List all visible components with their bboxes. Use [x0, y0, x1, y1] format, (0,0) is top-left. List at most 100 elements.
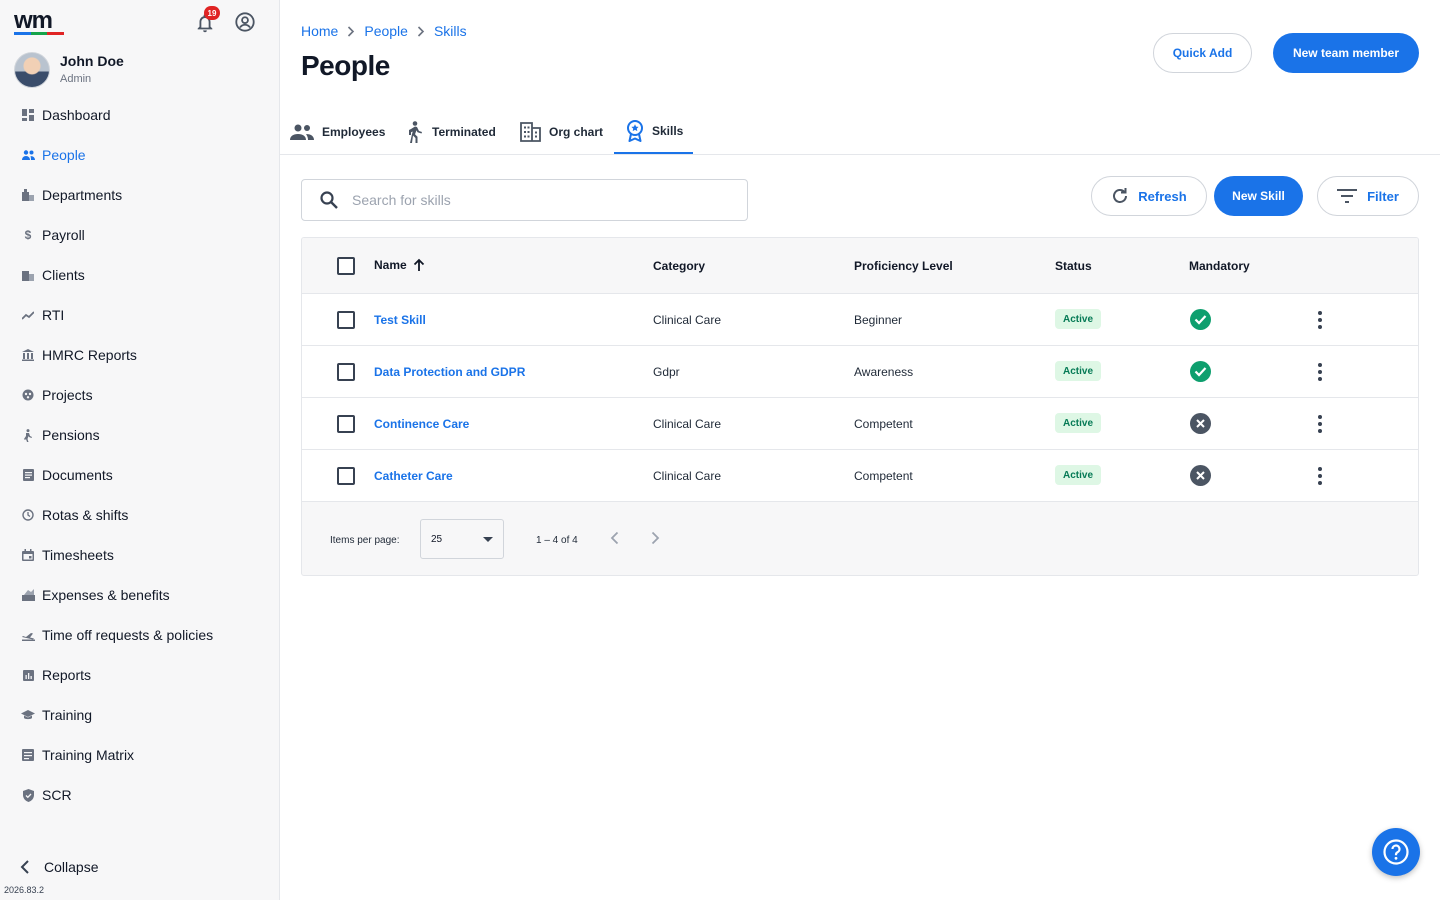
tab-employees[interactable]: Employees [290, 110, 385, 154]
check-circle-icon [1190, 361, 1211, 382]
main-content: Home People Skills People Quick Add New … [280, 0, 1440, 900]
calendar-icon [21, 548, 35, 562]
building-icon [21, 188, 35, 202]
sidebar-item-label: Pensions [42, 427, 100, 443]
sidebar: wm 19 John Doe Admin Dashboard People De… [0, 0, 280, 900]
more-vert-icon[interactable] [1317, 363, 1323, 381]
more-vert-icon[interactable] [1317, 467, 1323, 485]
table-row[interactable]: Catheter Care Clinical Care Competent Ac… [302, 450, 1418, 502]
tab-skills[interactable]: Skills [614, 110, 693, 154]
pensions-icon [21, 428, 35, 442]
sidebar-nav: Dashboard People Departments $ Payroll C… [0, 95, 279, 815]
sidebar-item-label: Time off requests & policies [42, 627, 214, 643]
skill-name-link[interactable]: Catheter Care [374, 469, 453, 483]
previous-page-icon[interactable] [610, 531, 620, 545]
expenses-icon [21, 588, 35, 602]
skill-name-link[interactable]: Data Protection and GDPR [374, 365, 525, 379]
quick-add-button[interactable]: Quick Add [1153, 33, 1252, 73]
sidebar-item-clients[interactable]: Clients [0, 255, 279, 295]
row-checkbox[interactable] [337, 363, 355, 381]
row-checkbox[interactable] [337, 311, 355, 329]
skills-table: Name Category Proficiency Level Status M… [301, 237, 1419, 576]
tab-terminated[interactable]: Terminated [404, 110, 496, 154]
refresh-button[interactable]: Refresh [1091, 176, 1207, 216]
table-row[interactable]: Test Skill Clinical Care Beginner Active [302, 294, 1418, 346]
matrix-icon [21, 748, 35, 762]
sidebar-item-dashboard[interactable]: Dashboard [0, 95, 279, 135]
account-icon[interactable] [234, 11, 256, 33]
skill-category: Clinical Care [653, 417, 722, 431]
sidebar-item-rotas-shifts[interactable]: Rotas & shifts [0, 495, 279, 535]
row-checkbox[interactable] [337, 415, 355, 433]
people-icon [21, 148, 35, 162]
more-vert-icon[interactable] [1317, 415, 1323, 433]
sidebar-item-label: HMRC Reports [42, 347, 137, 363]
avatar[interactable] [14, 52, 50, 88]
column-header-label: Name [374, 258, 407, 272]
filter-button[interactable]: Filter [1317, 176, 1419, 216]
skill-name-link[interactable]: Continence Care [374, 417, 469, 431]
graduation-cap-icon [21, 708, 35, 722]
sidebar-item-timesheets[interactable]: Timesheets [0, 535, 279, 575]
sidebar-item-reports[interactable]: Reports [0, 655, 279, 695]
cancel-circle-icon [1190, 465, 1211, 486]
sidebar-item-documents[interactable]: Documents [0, 455, 279, 495]
column-header-mandatory[interactable]: Mandatory [1189, 259, 1250, 273]
table-row[interactable]: Continence Care Clinical Care Competent … [302, 398, 1418, 450]
sidebar-item-scr[interactable]: SCR [0, 775, 279, 815]
column-header-proficiency[interactable]: Proficiency Level [854, 259, 953, 273]
next-page-icon[interactable] [650, 531, 660, 545]
sidebar-item-departments[interactable]: Departments [0, 175, 279, 215]
skill-name-link[interactable]: Test Skill [374, 313, 426, 327]
tabs: Employees Terminated Org chart Skills [280, 110, 1440, 155]
sidebar-item-hmrc-reports[interactable]: HMRC Reports [0, 335, 279, 375]
help-button[interactable] [1372, 828, 1420, 876]
reports-icon [21, 668, 35, 682]
sidebar-item-people[interactable]: People [0, 135, 279, 175]
sidebar-item-training[interactable]: Training [0, 695, 279, 735]
sidebar-item-expenses-benefits[interactable]: Expenses & benefits [0, 575, 279, 615]
refresh-label: Refresh [1138, 188, 1187, 204]
column-header-status[interactable]: Status [1055, 259, 1092, 273]
sidebar-item-payroll[interactable]: $ Payroll [0, 215, 279, 255]
trend-icon [21, 308, 35, 322]
table-row[interactable]: Data Protection and GDPR Gdpr Awareness … [302, 346, 1418, 398]
status-badge: Active [1055, 413, 1102, 433]
select-all-checkbox[interactable] [337, 257, 355, 275]
user-role: Admin [60, 73, 92, 85]
chevron-right-icon [417, 25, 425, 37]
sidebar-item-label: Reports [42, 667, 92, 683]
sidebar-item-time-off[interactable]: Time off requests & policies [0, 615, 279, 655]
column-header-category[interactable]: Category [653, 259, 705, 273]
breadcrumb-people[interactable]: People [364, 23, 408, 39]
tab-org-chart[interactable]: Org chart [520, 110, 603, 154]
row-checkbox[interactable] [337, 467, 355, 485]
new-team-member-button[interactable]: New team member [1273, 33, 1419, 73]
shield-icon [21, 788, 35, 802]
items-per-page-select[interactable]: 25 [420, 519, 504, 559]
items-per-page-value: 25 [431, 533, 443, 545]
org-chart-icon [520, 122, 541, 142]
sidebar-item-projects[interactable]: Projects [0, 375, 279, 415]
pagination-range: 1 – 4 of 4 [536, 535, 578, 546]
app-logo[interactable]: wm [14, 9, 66, 35]
sidebar-item-training-matrix[interactable]: Training Matrix [0, 735, 279, 775]
breadcrumb-home[interactable]: Home [301, 23, 338, 39]
refresh-icon [1113, 188, 1128, 203]
clients-icon [21, 268, 35, 282]
collapse-button[interactable]: Collapse [20, 856, 98, 878]
user-name: John Doe [60, 53, 124, 69]
skill-category: Clinical Care [653, 469, 722, 483]
sidebar-item-rti[interactable]: RTI [0, 295, 279, 335]
search-input[interactable] [352, 192, 712, 208]
check-circle-icon [1190, 309, 1211, 330]
new-skill-button[interactable]: New Skill [1214, 176, 1303, 216]
paginator: Items per page: 25 1 – 4 of 4 [302, 502, 1418, 575]
tab-label: Skills [652, 124, 684, 138]
chevron-left-icon [20, 860, 29, 874]
sidebar-item-label: Payroll [42, 227, 85, 243]
column-header-name[interactable]: Name [374, 258, 425, 272]
more-vert-icon[interactable] [1317, 311, 1323, 329]
breadcrumb-skills[interactable]: Skills [434, 23, 467, 39]
sidebar-item-pensions[interactable]: Pensions [0, 415, 279, 455]
